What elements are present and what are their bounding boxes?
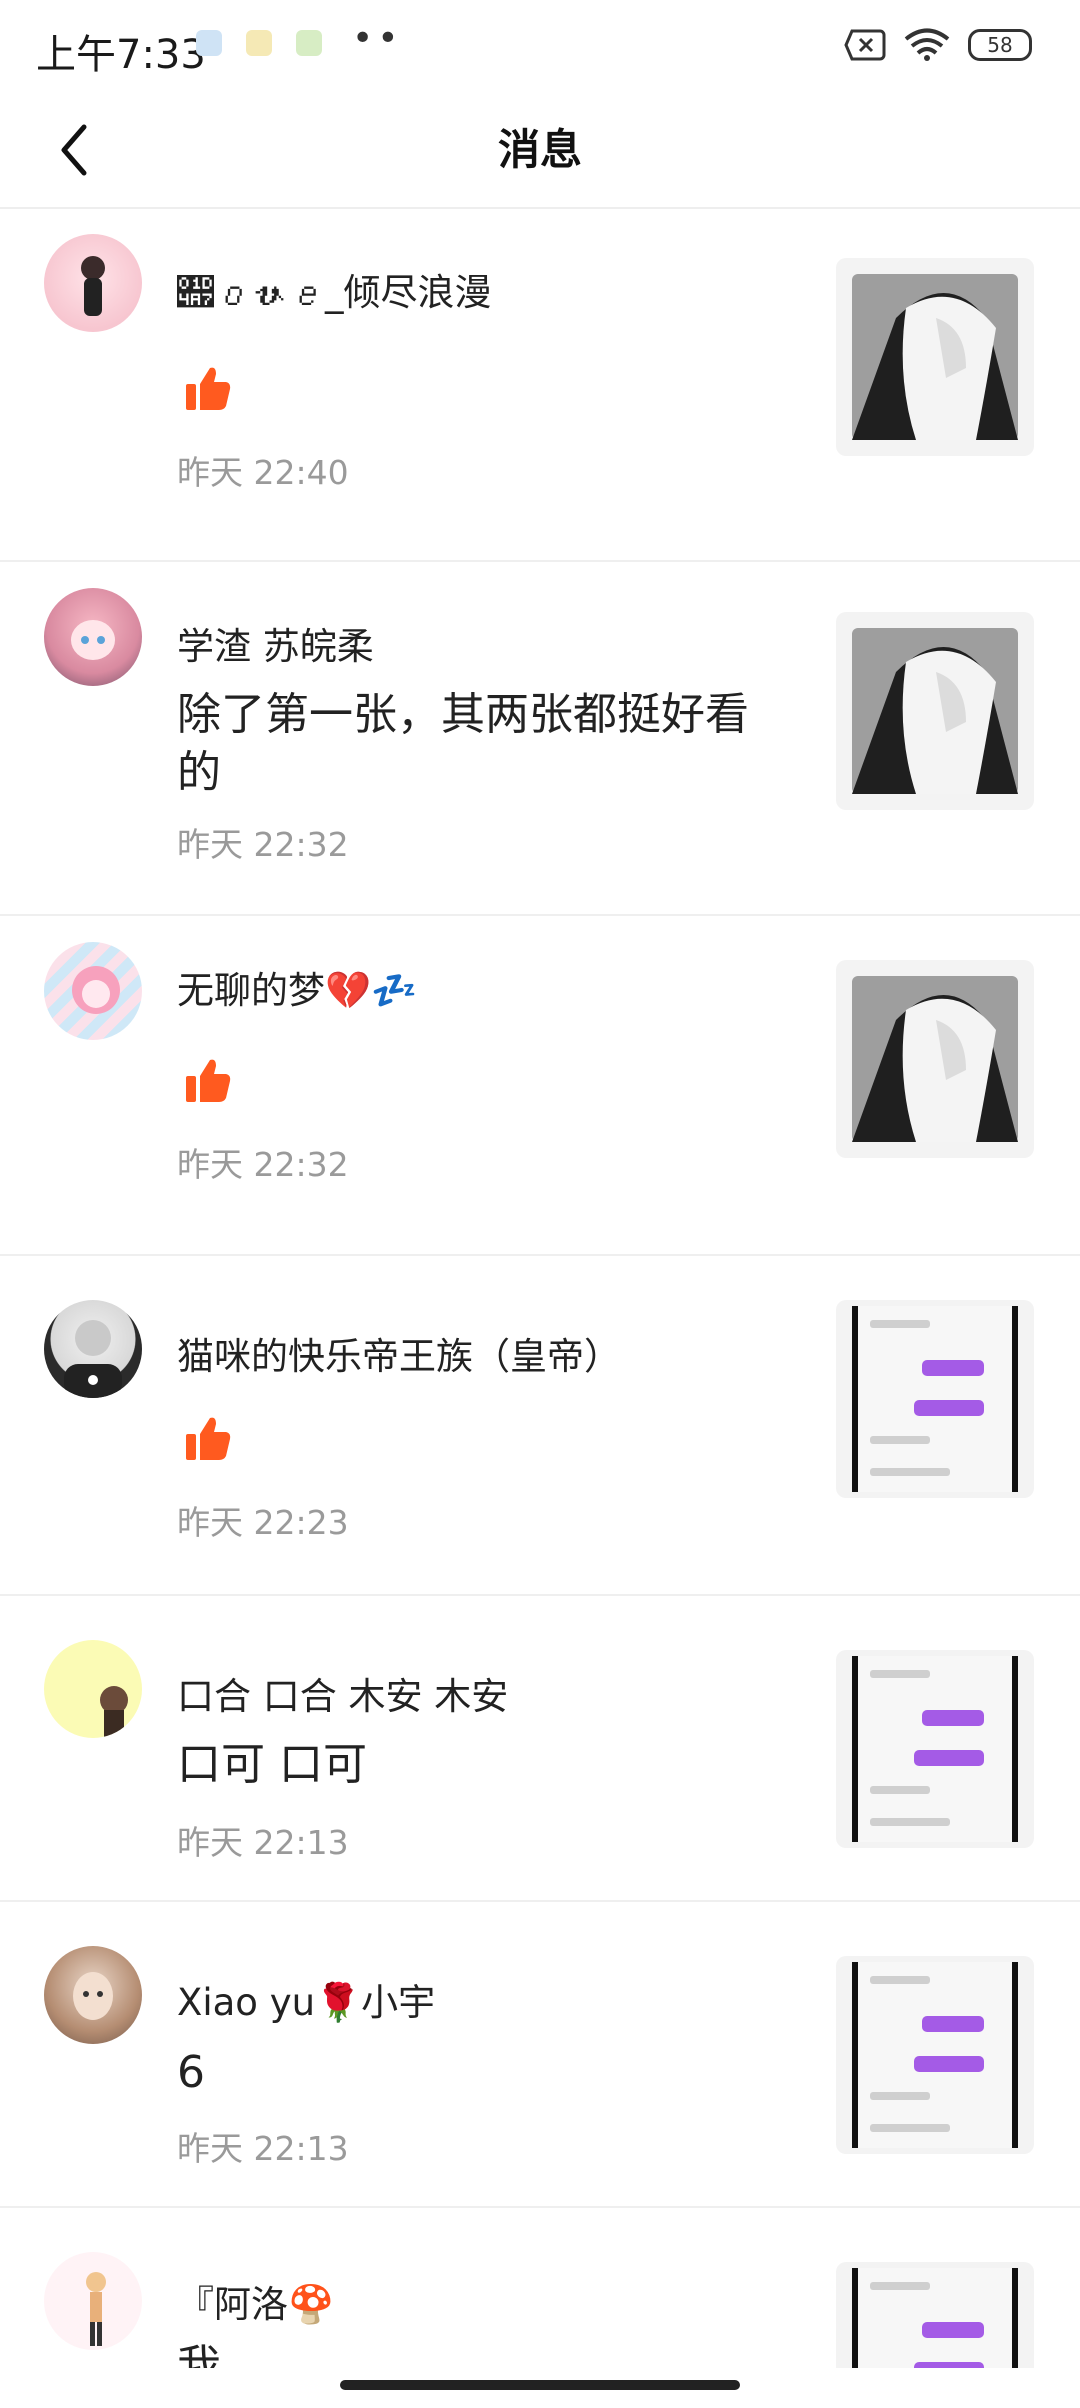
message-time: 昨天 22:13 — [177, 2129, 349, 2168]
home-indicator[interactable] — [340, 2380, 740, 2390]
status-right: 58 — [844, 28, 1032, 62]
sender-name[interactable]: 𝒧𝑜𝓋𝑒_倾尽浪漫 — [177, 262, 492, 316]
message-time: 昨天 22:32 — [177, 825, 349, 864]
sim-off-icon — [844, 29, 886, 61]
message-content: 我 — [177, 2341, 221, 2368]
list-item[interactable]: 猫咪的快乐帝王族（皇帝） 昨天 22:23 — [0, 1256, 1080, 1596]
message-content: 口可 口可 — [177, 1739, 367, 1790]
chat-screenshot-thumbnail-image — [852, 1306, 1018, 1492]
avatar[interactable] — [44, 942, 142, 1040]
battery-indicator: 58 — [968, 29, 1032, 61]
sender-name[interactable]: Xiao yu🌹小宇 — [177, 1972, 435, 2026]
message-content: 6 — [177, 2047, 205, 2098]
thumbs-up-icon — [186, 1417, 231, 1460]
avatar-figure — [72, 966, 120, 1014]
sender-name[interactable]: 猫咪的快乐帝王族（皇帝） — [177, 1326, 621, 1380]
notification-icon — [296, 30, 322, 56]
message-time: 昨天 22:32 — [177, 1145, 349, 1184]
avatar[interactable] — [44, 1300, 142, 1398]
avatar[interactable] — [44, 234, 142, 332]
post-thumbnail[interactable] — [836, 1956, 1034, 2154]
list-item[interactable]: 𝒧𝑜𝓋𝑒_倾尽浪漫 昨天 22:40 — [0, 208, 1080, 562]
notification-icon — [196, 30, 222, 56]
anime-girl-thumbnail-image — [852, 976, 1018, 1142]
more-notifications-icon: •• — [352, 18, 403, 59]
message-time: 昨天 22:23 — [177, 1503, 349, 1542]
thumbs-up-icon — [186, 367, 231, 410]
status-time: 上午7:33 — [36, 32, 206, 78]
message-content: 除了第一张，其两张都挺好看的 — [177, 689, 749, 798]
notification-icon — [246, 30, 272, 56]
message-list[interactable]: 𝒧𝑜𝓋𝑒_倾尽浪漫 昨天 22:40 学渣 苏皖柔 除了第一张，其两张都挺好看的… — [0, 208, 1080, 2368]
post-thumbnail[interactable] — [836, 960, 1034, 1158]
chat-screenshot-thumbnail-image — [852, 1962, 1018, 2148]
message-time: 昨天 22:13 — [177, 1823, 349, 1862]
avatar-figure — [71, 620, 115, 660]
list-item[interactable]: 『阿洛🍄 我 — [0, 2208, 1080, 2368]
list-item[interactable]: Xiao yu🌹小宇 6 昨天 22:13 — [0, 1902, 1080, 2208]
post-thumbnail[interactable] — [836, 2262, 1034, 2368]
avatar-figure — [81, 256, 105, 316]
anime-girl-thumbnail-image — [852, 274, 1018, 440]
sender-name[interactable]: 『阿洛🍄 — [177, 2274, 334, 2328]
message-time: 昨天 22:40 — [177, 453, 349, 492]
post-thumbnail[interactable] — [836, 1300, 1034, 1498]
post-thumbnail[interactable] — [836, 1650, 1034, 1848]
list-item[interactable]: 学渣 苏皖柔 除了第一张，其两张都挺好看的 昨天 22:32 — [0, 562, 1080, 916]
avatar-figure — [100, 1686, 128, 1738]
avatar[interactable] — [44, 588, 142, 686]
thumbs-up-icon — [186, 1059, 231, 1102]
top-bar: 消息 — [0, 95, 1080, 209]
anime-girl-thumbnail-image — [852, 628, 1018, 794]
sender-name[interactable]: 口合 口合 木安 木安 — [177, 1666, 508, 1720]
avatar-figure — [86, 2272, 106, 2346]
sender-name[interactable]: 学渣 苏皖柔 — [177, 616, 374, 670]
sender-name[interactable]: 无聊的梦💔💤 — [177, 960, 417, 1014]
post-thumbnail[interactable] — [836, 258, 1034, 456]
post-thumbnail[interactable] — [836, 612, 1034, 810]
list-item[interactable]: 无聊的梦💔💤 昨天 22:32 — [0, 916, 1080, 1256]
avatar[interactable] — [44, 1946, 142, 2044]
avatar-figure — [73, 1972, 113, 2020]
wifi-icon — [904, 28, 950, 61]
avatar-figure — [64, 1320, 122, 1398]
avatar[interactable] — [44, 1640, 142, 1738]
chat-screenshot-thumbnail-image — [852, 1656, 1018, 1842]
list-item[interactable]: 口合 口合 木安 木安 口可 口可 昨天 22:13 — [0, 1596, 1080, 1902]
avatar[interactable] — [44, 2252, 142, 2350]
page-title: 消息 — [497, 125, 582, 174]
status-bar: 上午7:33 •• 58 — [0, 0, 1080, 95]
chat-screenshot-thumbnail-image — [852, 2268, 1018, 2368]
